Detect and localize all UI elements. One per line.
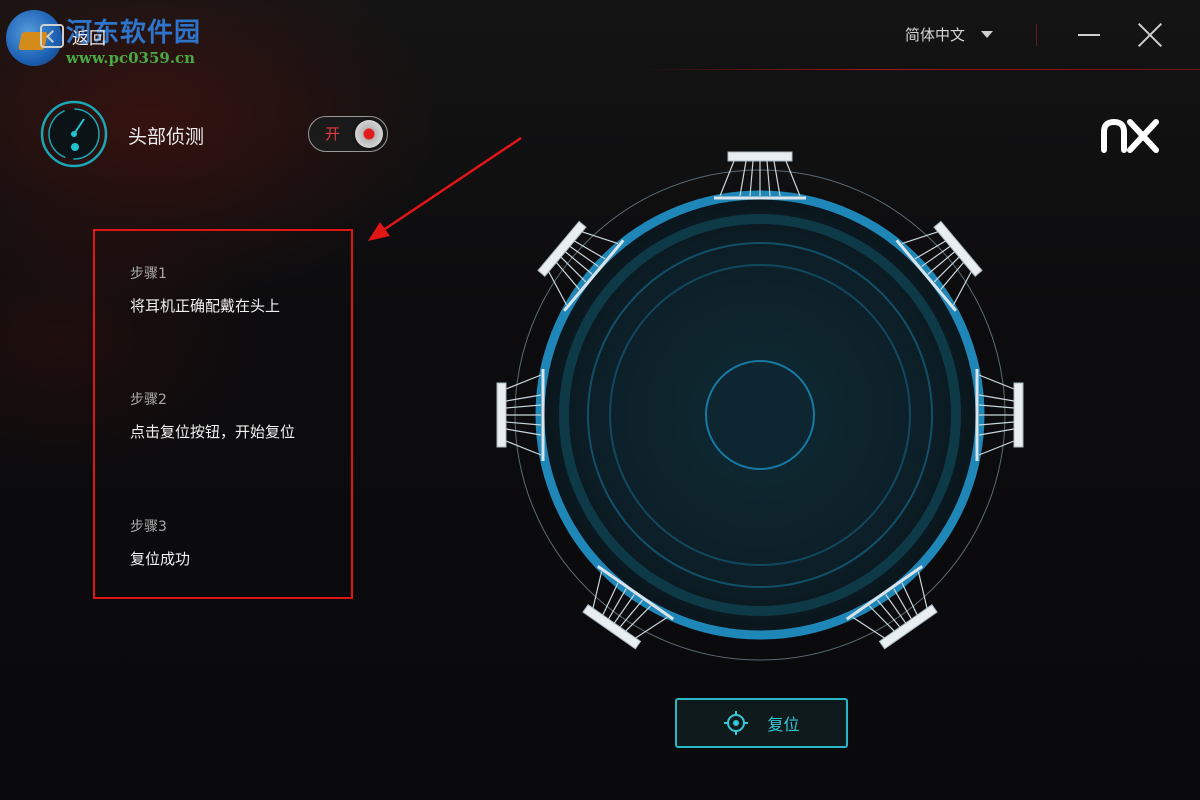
back-label: 返回 bbox=[72, 28, 106, 49]
reset-label: 复位 bbox=[767, 715, 800, 734]
language-label: 简体中文 bbox=[905, 26, 966, 44]
reset-button[interactable]: 复位 bbox=[675, 698, 848, 748]
title-bar: 返回 简体中文 bbox=[0, 0, 1200, 70]
step-title: 步骤3 bbox=[130, 519, 167, 535]
step-1: 步骤1 将耳机正确配戴在头上 bbox=[130, 263, 280, 316]
target-icon bbox=[724, 711, 749, 735]
step-desc: 点击复位按钮，开始复位 bbox=[130, 423, 296, 441]
radar-icon bbox=[40, 100, 108, 168]
back-icon bbox=[40, 24, 64, 48]
chevron-down-icon bbox=[981, 31, 994, 38]
title-bar-underline bbox=[640, 69, 1200, 70]
minimize-button[interactable] bbox=[1076, 20, 1102, 50]
step-desc: 复位成功 bbox=[130, 550, 191, 568]
head-tracking-title: 头部侦测 bbox=[128, 126, 205, 148]
title-bar-divider bbox=[1036, 24, 1037, 46]
steps-panel: 步骤1 将耳机正确配戴在头上 步骤2 点击复位按钮，开始复位 步骤3 复位成功 bbox=[93, 229, 353, 599]
step-desc: 将耳机正确配戴在头上 bbox=[130, 297, 281, 315]
step-title: 步骤2 bbox=[130, 392, 167, 408]
language-select[interactable]: 简体中文 bbox=[905, 24, 994, 45]
toggle-label: 开 bbox=[325, 125, 341, 143]
step-2: 步骤2 点击复位按钮，开始复位 bbox=[130, 389, 295, 442]
nx-logo bbox=[1101, 118, 1159, 153]
speaker-ring bbox=[495, 150, 1025, 661]
step-3: 步骤3 复位成功 bbox=[130, 516, 190, 569]
close-button[interactable] bbox=[1137, 22, 1163, 48]
back-button[interactable]: 返回 bbox=[40, 22, 106, 50]
step-title: 步骤1 bbox=[130, 266, 167, 282]
